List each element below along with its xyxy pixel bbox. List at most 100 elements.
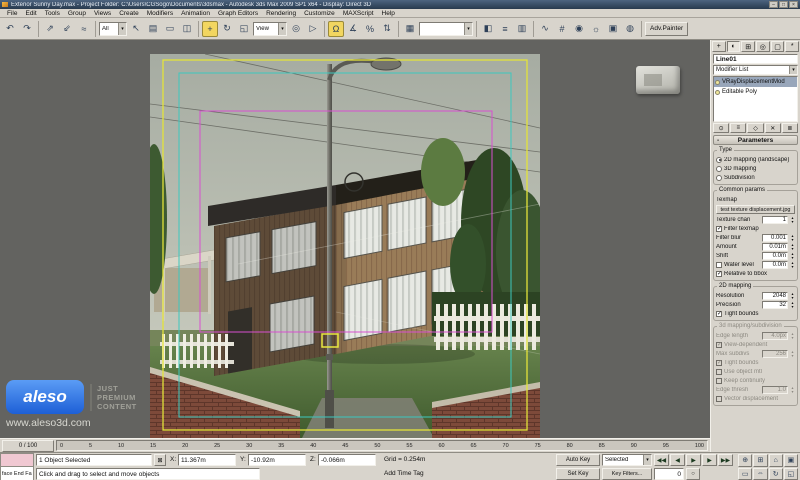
spinner-icon[interactable]: ▴ ▾: [790, 301, 795, 308]
filter-blur-field[interactable]: 0.001: [762, 233, 788, 242]
unlink-selection-icon[interactable]: ⇙: [59, 20, 75, 37]
y-coordinate-field[interactable]: -10.92m: [248, 454, 306, 466]
spinner-down-icon[interactable]: ▾: [790, 237, 795, 242]
selection-lock-toggle-icon[interactable]: ⊠: [154, 454, 166, 466]
chevron-down-icon[interactable]: ▾: [464, 22, 472, 35]
menu-maxscript[interactable]: MAXScript: [339, 10, 378, 17]
spinner-icon[interactable]: ▴ ▾: [790, 292, 795, 299]
select-object-icon[interactable]: ↖: [128, 20, 144, 37]
rendered-frame-window-icon[interactable]: ▣: [605, 20, 621, 37]
maxscript-mini-listener[interactable]: face End Fa: [0, 467, 34, 480]
chevron-down-icon[interactable]: ▾: [278, 22, 286, 35]
scene-svg[interactable]: [141, 53, 548, 438]
layer-manager-icon[interactable]: ▥: [514, 20, 530, 37]
quick-render-icon[interactable]: ◍: [622, 20, 638, 37]
current-frame-field[interactable]: 0: [654, 468, 684, 480]
timeline-ruler[interactable]: 0 5 10 15 20 25 30 35 40 45 50 55 60 65 70 75 80 85 90 95 10…: [56, 440, 708, 451]
select-and-manipulate-icon[interactable]: ▷: [305, 20, 321, 37]
curve-editor-icon[interactable]: ∿: [537, 20, 553, 37]
display-tab[interactable]: ▢: [770, 41, 785, 52]
camera-viewport[interactable]: aleso JUST PREMIUM CONTENT www.aleso3d.c…: [0, 40, 710, 438]
menu-file[interactable]: File: [3, 10, 21, 17]
use-pivot-center-icon[interactable]: ◎: [288, 20, 304, 37]
show-end-result-icon[interactable]: ≡: [730, 123, 747, 133]
x-coordinate-field[interactable]: 11.367m: [178, 454, 236, 466]
close-button[interactable]: ×: [789, 1, 798, 8]
menu-group[interactable]: Group: [64, 10, 90, 17]
material-editor-icon[interactable]: ◉: [571, 20, 587, 37]
remove-modifier-icon[interactable]: ✕: [764, 123, 781, 133]
mirror-icon[interactable]: ◧: [480, 20, 496, 37]
utilities-tab[interactable]: *: [785, 41, 800, 52]
spinner-down-icon[interactable]: ▾: [790, 255, 795, 260]
create-tab[interactable]: +: [712, 41, 726, 52]
select-and-move-icon[interactable]: +: [202, 20, 218, 37]
auto-key-button[interactable]: Auto Key: [556, 454, 600, 466]
pin-stack-icon[interactable]: ⊙: [713, 123, 730, 133]
chevron-down-icon[interactable]: ▾: [118, 22, 126, 35]
menu-edit[interactable]: Edit: [21, 10, 40, 17]
shift-field[interactable]: 0.0m: [762, 251, 788, 260]
spinner-down-icon[interactable]: ▾: [790, 264, 795, 269]
tight-bounds-checkbox[interactable]: [716, 310, 722, 317]
spinner-down-icon[interactable]: ▾: [790, 304, 795, 309]
spinner-icon[interactable]: ▴ ▾: [790, 243, 795, 250]
zoom-all-icon[interactable]: ⊞: [753, 454, 768, 467]
reference-coordinate-system-dropdown[interactable]: View ▾: [253, 21, 287, 36]
resolution-field[interactable]: 2048: [762, 291, 788, 300]
spinner-icon[interactable]: ▴ ▾: [790, 216, 795, 223]
minimize-button[interactable]: –: [769, 1, 778, 8]
percent-snap-icon[interactable]: %: [362, 20, 378, 37]
chevron-down-icon[interactable]: ▾: [643, 455, 651, 465]
select-and-link-icon[interactable]: ⇗: [42, 20, 58, 37]
filter-texmap-checkbox[interactable]: [716, 225, 722, 232]
named-selection-sets-dropdown[interactable]: ▾: [419, 21, 473, 36]
zoom-region-icon[interactable]: ▭: [738, 467, 753, 480]
key-mode-toggle-icon[interactable]: ○: [686, 468, 700, 480]
modify-tab[interactable]: ◐: [726, 41, 741, 52]
spinner-icon[interactable]: ▴ ▾: [790, 252, 795, 259]
select-and-scale-icon[interactable]: ◱: [236, 20, 252, 37]
go-to-end-button[interactable]: ▶▶: [718, 454, 733, 466]
undo-icon[interactable]: ↶: [2, 20, 18, 37]
menu-customize[interactable]: Customize: [300, 10, 339, 17]
spinner-icon[interactable]: ▴ ▾: [790, 234, 795, 241]
amount-field[interactable]: 0.01m: [762, 242, 788, 251]
selection-filter-dropdown[interactable]: All ▾: [99, 21, 127, 36]
menu-graph-editors[interactable]: Graph Editors: [214, 10, 262, 17]
menu-create[interactable]: Create: [115, 10, 143, 17]
next-frame-button[interactable]: ▶: [702, 454, 717, 466]
spinner-snap-icon[interactable]: ⇅: [379, 20, 395, 37]
schematic-view-icon[interactable]: #: [554, 20, 570, 37]
maximize-button[interactable]: □: [779, 1, 788, 8]
2d-mapping-landscape-radio[interactable]: [716, 156, 722, 163]
spinner-down-icon[interactable]: ▾: [790, 219, 795, 224]
select-and-rotate-icon[interactable]: ↻: [219, 20, 235, 37]
menu-rendering[interactable]: Rendering: [262, 10, 300, 17]
water-level-field[interactable]: 0.0m: [762, 260, 788, 269]
texmap-button[interactable]: test texture displacement.jpg: [716, 205, 795, 214]
play-button[interactable]: ▶: [686, 454, 701, 466]
rectangular-selection-region-icon[interactable]: ▭: [162, 20, 178, 37]
maximize-viewport-toggle-icon[interactable]: ◱: [783, 467, 798, 480]
key-mode-dropdown[interactable]: Selected ▾: [602, 454, 652, 466]
align-icon[interactable]: ≡: [497, 20, 513, 37]
window-crossing-toggle-icon[interactable]: ◫: [179, 20, 195, 37]
make-unique-icon[interactable]: ◇: [747, 123, 764, 133]
motion-tab[interactable]: ◎: [756, 41, 770, 52]
angle-snap-icon[interactable]: ∡: [345, 20, 361, 37]
previous-frame-button[interactable]: ◀: [670, 454, 685, 466]
orbit-icon[interactable]: ↻: [768, 467, 783, 480]
object-name-field[interactable]: Line01: [713, 54, 798, 64]
menu-views[interactable]: Views: [90, 10, 115, 17]
menu-help[interactable]: Help: [378, 10, 399, 17]
precision-field[interactable]: 32: [762, 300, 788, 309]
3d-mapping-radio[interactable]: [716, 165, 722, 172]
texture-chan-field[interactable]: 1: [762, 215, 788, 224]
render-setup-icon[interactable]: ☼: [588, 20, 604, 37]
relative-to-bbox-checkbox[interactable]: [716, 270, 722, 277]
parameters-rollout-header[interactable]: - Parameters: [713, 135, 798, 145]
add-time-tag[interactable]: Add Time Tag: [384, 470, 424, 477]
redo-icon[interactable]: ↷: [19, 20, 35, 37]
spinner-icon[interactable]: ▴ ▾: [790, 261, 795, 268]
